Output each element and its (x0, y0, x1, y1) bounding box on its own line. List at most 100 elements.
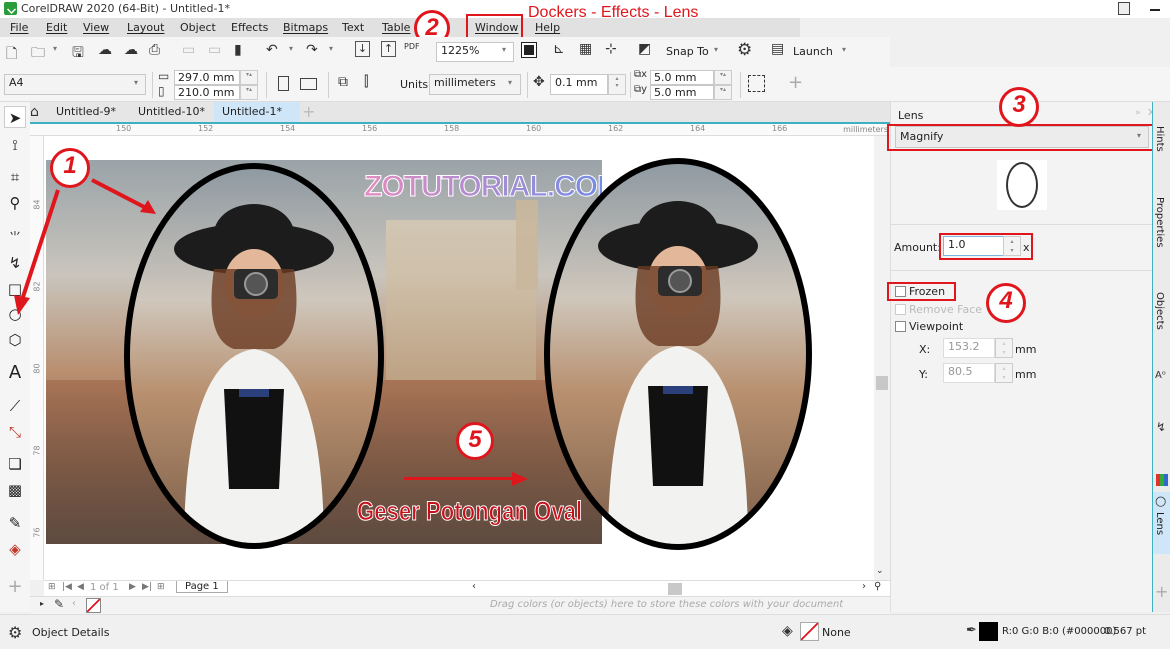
add-page-after-icon[interactable]: ⊞ (157, 582, 165, 592)
horizontal-ruler[interactable]: millimeters 150 152 154 156 158 160 162 164 166 (30, 122, 890, 136)
import-icon[interactable]: ↓ (355, 41, 370, 57)
print-icon[interactable]: ⎙ (149, 42, 160, 58)
cloud-import-icon[interactable]: ☁ (98, 42, 112, 58)
snap-to-button[interactable]: Snap To (666, 45, 709, 58)
fill-none-swatch[interactable] (800, 622, 819, 641)
docker-tab-objects[interactable]: Objects (1154, 292, 1165, 330)
viewpoint-x-spinner[interactable]: ▴ ▾ (995, 338, 1013, 358)
snap-dropdown-icon[interactable]: ▾ (714, 45, 718, 54)
eyedropper-icon[interactable]: ✎ (4, 512, 26, 534)
menu-effects[interactable]: Effects (231, 21, 268, 34)
account-icon[interactable] (1118, 2, 1130, 15)
new-tab-icon[interactable]: + (302, 102, 315, 121)
remove-face-checkbox[interactable] (895, 304, 906, 315)
next-page-icon[interactable]: ▶ (129, 582, 136, 592)
object-details-gear-icon[interactable]: ⚙ (8, 623, 22, 642)
vertical-scrollbar[interactable]: ⌄ (874, 136, 890, 580)
landscape-orientation-icon[interactable] (300, 78, 317, 90)
polygon-tool-icon[interactable]: ⬡ (4, 329, 26, 351)
connector-tool-icon[interactable]: ⤡ (4, 421, 26, 443)
page-width-spinner[interactable]: ▾▴ (240, 70, 258, 85)
full-screen-preview-icon[interactable] (521, 42, 537, 58)
publish-pdf-icon[interactable]: PDF (404, 42, 420, 51)
docker-tab-properties[interactable]: Properties (1154, 197, 1165, 248)
horizontal-scroll-thumb[interactable] (668, 583, 682, 595)
zoom-dropdown-icon[interactable]: ▾ (502, 45, 506, 54)
redo-icon[interactable]: ↷ (306, 42, 318, 58)
menu-bitmaps[interactable]: Bitmaps (283, 21, 328, 34)
text-properties-icon[interactable]: Aᵒ (1155, 370, 1166, 381)
zoom-navigator-icon[interactable]: ⚲ (874, 581, 881, 592)
palette-expand-icon[interactable]: ▸ (40, 599, 44, 608)
pick-tool-icon[interactable]: ➤ (4, 106, 26, 128)
last-page-icon[interactable]: ▶| (142, 582, 152, 592)
launch-app-icon[interactable]: ▤ (771, 41, 784, 57)
viewpoint-y-field[interactable]: 80.5 (943, 363, 995, 383)
add-docker-icon[interactable]: + (1155, 582, 1168, 601)
show-guidelines-icon[interactable]: ⊹ (605, 41, 617, 57)
launch-dropdown-icon[interactable]: ▾ (842, 45, 846, 54)
minimize-button[interactable] (1150, 9, 1160, 11)
docker-expand-icon[interactable]: » (1135, 108, 1141, 118)
options-gear-icon[interactable]: ⚙ (737, 40, 752, 60)
add-tool-icon[interactable]: + (788, 72, 803, 93)
page-size-select[interactable]: A4 (4, 74, 146, 95)
all-pages-icon[interactable]: ⧉ (338, 74, 348, 90)
first-page-icon[interactable]: |◀ (62, 582, 72, 592)
customize-toolbox-icon[interactable]: + (4, 576, 26, 598)
viewpoint-y-spinner[interactable]: ▴ ▾ (995, 363, 1013, 383)
export-icon[interactable]: ↑ (381, 41, 396, 57)
launch-button[interactable]: Launch (793, 45, 833, 58)
docker-tab-hints[interactable]: Hints (1154, 126, 1165, 152)
show-grid-icon[interactable]: ▦ (579, 41, 592, 57)
tab-untitled-1[interactable]: Untitled-1* (214, 102, 300, 122)
menu-help[interactable]: Help (535, 21, 560, 34)
shape-icon[interactable]: ↯ (1156, 420, 1166, 434)
redo-dropdown-icon[interactable]: ▾ (329, 44, 333, 53)
menu-edit[interactable]: Edit (46, 21, 67, 34)
add-page-before-icon[interactable]: ⊞ (48, 582, 56, 592)
show-rulers-icon[interactable]: ⊾ (553, 41, 565, 57)
menu-file[interactable]: File (10, 21, 28, 34)
home-icon[interactable]: ⌂ (30, 104, 39, 120)
viewpoint-checkbox[interactable] (895, 321, 906, 332)
duplicate-y-spinner[interactable]: ▾▴ (714, 85, 732, 100)
prev-page-icon[interactable]: ◀ (77, 582, 84, 592)
parallel-dimension-icon[interactable]: ⟋ (4, 395, 26, 417)
no-color-swatch[interactable] (86, 598, 101, 613)
docker-tab-lens[interactable]: ○ Lens (1153, 492, 1170, 554)
palette-scroll-left-icon[interactable]: ‹ (72, 598, 76, 609)
tab-untitled-9[interactable]: Untitled-9* (48, 102, 124, 122)
units-dropdown-icon[interactable]: ▾ (508, 78, 512, 87)
treat-as-filled-icon[interactable] (748, 75, 765, 92)
outline-color-swatch[interactable] (979, 622, 998, 641)
cut-icon[interactable]: ▭ (182, 42, 195, 58)
page-height-field[interactable]: 210.0 mm (174, 85, 240, 100)
tab-untitled-10[interactable]: Untitled-10* (130, 102, 213, 122)
scroll-right-icon[interactable]: › (862, 581, 866, 592)
object-details-label[interactable]: Object Details (32, 626, 109, 639)
page-tab[interactable]: Page 1 (176, 581, 228, 593)
interactive-fill-icon[interactable]: ◈ (4, 538, 26, 560)
snap-off-icon[interactable]: ◩ (638, 41, 651, 57)
menu-object[interactable]: Object (180, 21, 216, 34)
menu-table[interactable]: Table (382, 21, 410, 34)
open-icon[interactable]: 🗀 (31, 42, 45, 66)
text-tool-icon[interactable]: A (4, 362, 26, 384)
palette-eyedropper-icon[interactable]: ✎ (54, 597, 64, 611)
menu-text[interactable]: Text (342, 21, 364, 34)
viewpoint-label[interactable]: Viewpoint (909, 320, 963, 333)
shape-tool-icon[interactable]: ⟟ (4, 134, 26, 156)
nudge-distance-field[interactable]: 0.1 mm (550, 74, 608, 95)
duplicate-x-field[interactable]: 5.0 mm (650, 70, 714, 85)
scroll-down-icon[interactable]: ⌄ (876, 566, 884, 576)
page-height-spinner[interactable]: ▾▴ (240, 85, 258, 100)
current-page-icon[interactable]: ⫿ (364, 74, 368, 90)
nudge-spinner[interactable]: ▴ ▾ (608, 74, 626, 95)
duplicate-x-spinner[interactable]: ▾▴ (714, 70, 732, 85)
page-size-dropdown-icon[interactable]: ▾ (134, 78, 138, 87)
open-dropdown-icon[interactable]: ▾ (53, 44, 57, 53)
duplicate-y-field[interactable]: 5.0 mm (650, 85, 714, 100)
portrait-orientation-icon[interactable] (278, 76, 289, 91)
oval-cutout-right[interactable] (544, 158, 812, 550)
